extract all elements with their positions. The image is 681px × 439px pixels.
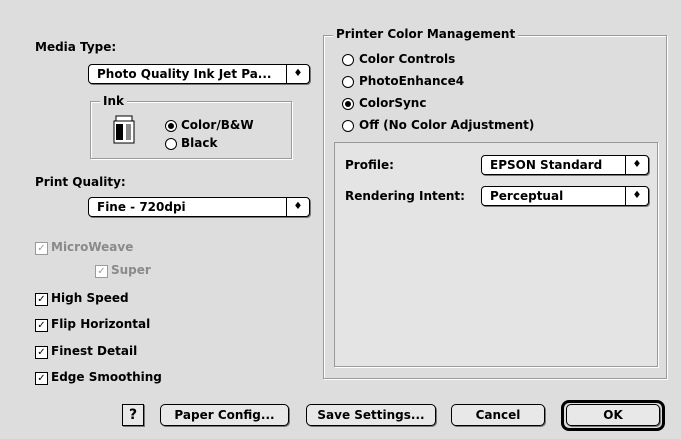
profile-popup[interactable]: EPSON Standard ♦ [481,155,649,175]
photoenhance-radio[interactable] [342,76,354,88]
microweave-label: MicroWeave [51,240,134,254]
photoenhance-label: PhotoEnhance4 [359,74,465,88]
no-color-adjustment-radio[interactable] [342,120,354,132]
popup-arrows-icon: ♦ [625,156,648,174]
profile-value: EPSON Standard [490,158,603,172]
super-checkbox[interactable]: ✓ [95,265,108,278]
high-speed-label: High Speed [51,291,129,305]
colorsync-label: ColorSync [359,96,427,110]
edge-smoothing-label: Edge Smoothing [51,370,162,384]
ink-color-label: Color/B&W [181,118,254,132]
media-type-label: Media Type: [35,40,117,54]
paper-config-button[interactable]: Paper Config... [160,404,289,426]
finest-detail-label: Finest Detail [51,344,138,358]
print-quality-value: Fine - 720dpi [97,200,186,214]
rendering-intent-popup[interactable]: Perceptual ♦ [481,186,649,206]
flip-horizontal-label: Flip Horizontal [51,317,151,331]
ink-black-radio[interactable] [165,138,177,150]
no-color-adjustment-label: Off (No Color Adjustment) [359,118,535,132]
help-button[interactable]: ? [122,404,144,426]
ok-button[interactable]: OK [566,404,660,426]
print-quality-popup[interactable]: Fine - 720dpi ♦ [88,197,310,217]
media-type-value: Photo Quality Ink Jet Pa... [97,67,272,81]
ink-black-label: Black [181,136,218,150]
ink-group-title: Ink [100,94,127,108]
ink-cartridge-icon [112,114,136,146]
ink-color-radio[interactable] [165,120,177,132]
microweave-checkbox[interactable]: ✓ [35,242,48,255]
high-speed-checkbox[interactable]: ✓ [35,293,48,306]
colorsync-settings-panel [334,142,658,367]
profile-label: Profile: [345,158,394,172]
rendering-intent-value: Perceptual [490,189,564,203]
edge-smoothing-checkbox[interactable]: ✓ [35,372,48,385]
color-controls-radio[interactable] [342,54,354,66]
color-controls-label: Color Controls [359,52,456,66]
colorsync-radio[interactable] [342,98,354,110]
media-type-popup[interactable]: Photo Quality Ink Jet Pa... ♦ [88,64,310,84]
color-management-title: Printer Color Management [333,27,519,41]
popup-arrows-icon: ♦ [625,187,648,205]
finest-detail-checkbox[interactable]: ✓ [35,346,48,359]
popup-arrows-icon: ♦ [286,65,309,83]
rendering-intent-label: Rendering Intent: [345,189,465,203]
save-settings-button[interactable]: Save Settings... [306,404,436,426]
cancel-button[interactable]: Cancel [451,404,545,426]
print-quality-label: Print Quality: [35,175,126,189]
popup-arrows-icon: ♦ [286,198,309,216]
flip-horizontal-checkbox[interactable]: ✓ [35,319,48,332]
super-label: Super [111,263,151,277]
